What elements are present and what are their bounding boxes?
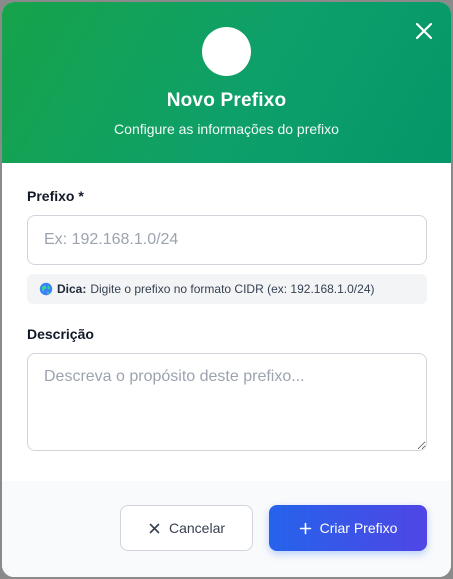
close-icon[interactable] [413,20,435,42]
description-textarea[interactable] [27,353,427,451]
plus-icon [299,522,311,534]
close-icon [149,523,160,533]
cancel-button[interactable]: Cancelar [120,505,253,551]
cancel-button-label: Cancelar [168,520,226,536]
hint-strong-label: Dica: [57,282,87,296]
new-prefix-modal: Novo Prefixo Configure as informações do… [2,2,451,577]
prefix-label: Prefixo * [27,188,84,204]
hint-text: Digite o prefixo no formato CIDR (ex: 19… [90,282,375,296]
modal-title: Novo Prefixo [166,90,287,111]
create-prefix-button[interactable]: Criar Prefixo [269,505,427,551]
modal-subtitle: Configure as informações do prefixo [114,121,339,137]
modal-header: Novo Prefixo Configure as informações do… [2,2,451,163]
modal-footer: Cancelar Criar Prefixo [2,481,451,577]
header-icon-circle [202,27,251,76]
create-button-label: Criar Prefixo [319,520,398,536]
description-label: Descrição [27,326,94,342]
prefix-hint: Dica: Digite o prefixo no formato CIDR (… [27,274,427,304]
prefix-input[interactable] [27,215,427,265]
globe-icon [39,282,53,296]
close-button[interactable] [413,20,435,42]
